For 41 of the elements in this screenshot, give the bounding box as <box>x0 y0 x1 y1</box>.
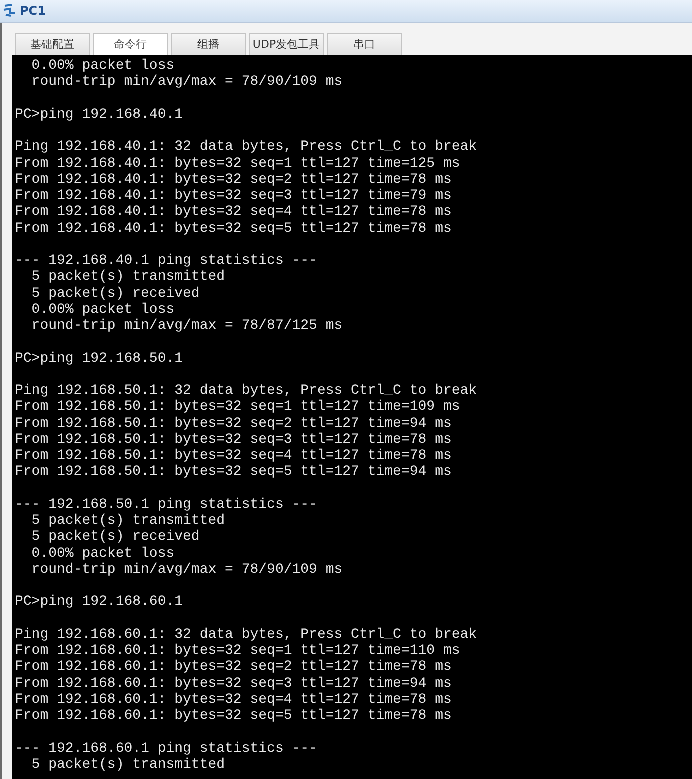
terminal-line: From 192.168.50.1: bytes=32 seq=1 ttl=127 time=109 ms <box>15 399 462 416</box>
terminal-line: 0.00% packet loss <box>30 546 176 562</box>
terminal-line: From 192.168.60.1: bytes=32 seq=2 ttl=127 time=78 ms <box>15 659 453 676</box>
terminal-line: Ping 192.168.50.1: 32 data bytes, Press Ctrl_C to break <box>15 383 478 400</box>
tab[interactable]: 命令行 <box>93 33 168 55</box>
terminal-line: 5 packet(s) transmitted <box>30 756 226 773</box>
terminal-line: From 192.168.50.1: bytes=32 seq=4 ttl=127 time=78 ms <box>15 448 453 464</box>
terminal-line: Ping 192.168.60.1: 32 data bytes, Press Ctrl_C to break <box>15 626 478 643</box>
tab[interactable]: UDP发包工具 <box>249 33 324 55</box>
terminal-line: From 192.168.40.1: bytes=32 seq=2 ttl=127 time=78 ms <box>15 172 453 188</box>
terminal-line: round-trip min/avg/max = 78/87/125 ms <box>30 318 344 334</box>
terminal-line: From 192.168.50.1: bytes=32 seq=2 ttl=127 time=94 ms <box>15 416 453 432</box>
terminal-line: 5 packet(s) received <box>30 286 201 302</box>
terminal-line: From 192.168.40.1: bytes=32 seq=5 ttl=127 time=78 ms <box>15 220 453 237</box>
terminal-line: 5 packet(s) received <box>30 529 201 546</box>
terminal-line: PC>ping 192.168.50.1 <box>15 350 184 367</box>
terminal-line: round-trip min/avg/max = 78/90/109 ms <box>30 562 344 578</box>
terminal-line: PC>ping 192.168.60.1 <box>15 594 184 610</box>
terminal-line: From 192.168.60.1: bytes=32 seq=1 ttl=127 time=110 ms <box>15 643 462 660</box>
terminal-line: 5 packet(s) transmitted <box>30 513 226 530</box>
terminal-line: From 192.168.60.1: bytes=32 seq=5 ttl=127 time=78 ms <box>15 708 453 724</box>
terminal-line: From 192.168.60.1: bytes=32 seq=3 ttl=127 time=94 ms <box>15 676 453 692</box>
terminal-line: 0.00% packet loss <box>30 302 176 318</box>
terminal-line: From 192.168.50.1: bytes=32 seq=5 ttl=127 time=94 ms <box>15 464 453 480</box>
terminal-line: Ping 192.168.40.1: 32 data bytes, Press Ctrl_C to break <box>15 139 478 156</box>
terminal-line: --- 192.168.40.1 ping statistics --- <box>15 253 318 270</box>
terminal-line: --- 192.168.50.1 ping statistics --- <box>15 496 318 513</box>
tab[interactable]: 串口 <box>327 33 402 55</box>
terminal-line: 5 packet(s) transmitted <box>30 269 226 286</box>
window-title: PC1 <box>20 4 46 18</box>
terminal-line: PC>ping 192.168.40.1 <box>15 106 184 123</box>
terminal-line: From 192.168.50.1: bytes=32 seq=3 ttl=127 time=78 ms <box>15 432 453 448</box>
terminal-line: 0.00% packet loss <box>30 58 176 74</box>
tab[interactable]: 基础配置 <box>15 33 90 55</box>
terminal-line: round-trip min/avg/max = 78/90/109 ms <box>30 74 344 90</box>
terminal-line: From 192.168.40.1: bytes=32 seq=1 ttl=127 time=125 ms <box>15 156 462 172</box>
terminal-line: --- 192.168.60.1 ping statistics --- <box>15 740 318 757</box>
terminal-line: From 192.168.40.1: bytes=32 seq=4 ttl=127 time=78 ms <box>15 204 453 220</box>
terminal-line: From 192.168.40.1: bytes=32 seq=3 ttl=127 time=79 ms <box>15 188 453 204</box>
tab[interactable]: 组播 <box>171 33 246 55</box>
terminal-line: From 192.168.60.1: bytes=32 seq=4 ttl=127 time=78 ms <box>15 692 453 708</box>
